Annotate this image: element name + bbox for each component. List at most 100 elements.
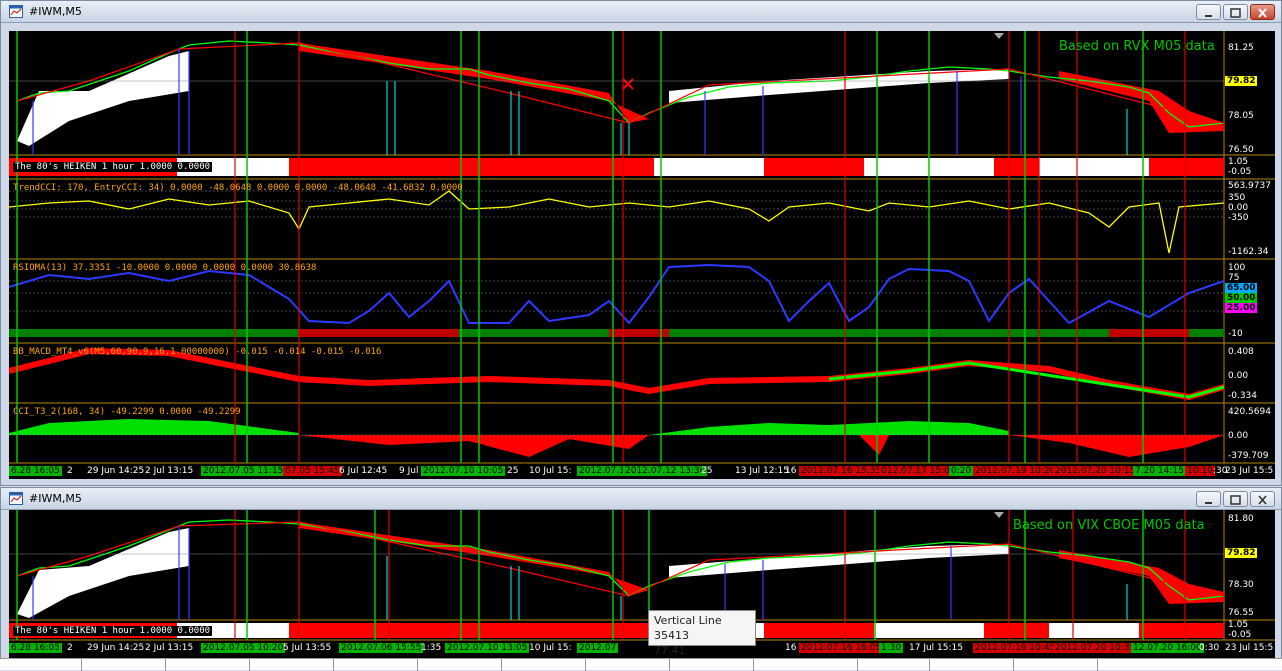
minimize-icon <box>1205 15 1212 17</box>
time-label: 29 Jun 14:25 <box>87 643 145 653</box>
time-label: 6 Jul 12:45 <box>339 466 388 476</box>
time-label: 2 Jul 13:15 <box>145 643 194 653</box>
time-label: 1:35 <box>421 643 442 653</box>
heiken-axis-label: 1.05 <box>1228 157 1249 167</box>
status-cell <box>670 659 754 671</box>
close-button[interactable] <box>1250 4 1275 20</box>
status-cell <box>418 659 502 671</box>
time-label: 25 <box>701 466 713 476</box>
vertical-lines-green[interactable] <box>16 31 1144 463</box>
window-titlebar[interactable]: #IWM,M5 <box>1 1 1281 23</box>
status-cell <box>586 659 670 671</box>
cci-axis-label: -1162.34 <box>1228 247 1269 257</box>
time-label: 2 Jul 13:15 <box>145 466 194 476</box>
cci-axis-label: 0.00 <box>1228 203 1249 213</box>
time-label: 16 <box>785 466 797 476</box>
status-bar <box>0 658 1282 671</box>
price-fill-bear-2 <box>1059 550 1224 604</box>
time-label: 6.28 16:05 <box>9 466 62 476</box>
vertical-line-tooltip: Vertical Line 35413 77.41 <box>648 610 756 657</box>
window-title: #IWM,M5 <box>29 492 82 505</box>
macd-axis-label: 0.408 <box>1228 347 1254 357</box>
price-fill-bull-2 <box>669 544 1009 578</box>
time-label: 23 Jul 15:5 <box>1225 466 1274 476</box>
time-label: 23 Jul 15:5 <box>1225 643 1274 653</box>
status-cell <box>0 659 82 671</box>
rsioma-tag-50: 50.00 <box>1225 293 1258 303</box>
time-label: 10:10 <box>1185 466 1215 476</box>
time-label: 12.07.20 16:00 <box>1131 643 1204 653</box>
time-label: 07.05 15:45 <box>283 466 342 476</box>
price-fill-bull <box>17 51 189 146</box>
time-label: 2012.07.10 13:05 <box>445 643 530 653</box>
price-fill-bull-2 <box>669 69 1009 103</box>
time-label: 10 Jul 15: <box>529 643 572 653</box>
price-axis-label: 76.50 <box>1228 145 1254 155</box>
time-label: 2012.07.20 10:35 <box>1053 643 1138 653</box>
tooltip-value: 77.41 <box>654 644 686 657</box>
time-label: 2012.07.10 10:05 <box>421 466 506 476</box>
heiken-indicator-label: The 80's HEIKEN 1 hour 1.0000 0.0000 <box>13 162 213 172</box>
rsioma-axis-label: 75 <box>1228 273 1240 283</box>
cci-axis-label: -350 <box>1228 213 1249 223</box>
price-axis-label: 76.55 <box>1228 608 1254 618</box>
price-fill-bull <box>17 528 189 618</box>
rsioma-axis-label: 100 <box>1228 263 1246 273</box>
tooltip-title: Vertical Line 35413 <box>654 614 722 642</box>
status-cell <box>82 659 166 671</box>
status-cell <box>334 659 418 671</box>
heiken-axis-label: -0.05 <box>1228 167 1252 177</box>
status-cell <box>930 659 1014 671</box>
chart-shift-marker[interactable] <box>994 512 1004 518</box>
heiken-bar-bull-2 <box>654 158 764 176</box>
heiken-bar-bull-3 <box>874 623 984 638</box>
status-cell <box>502 659 586 671</box>
time-label: 2012.07 <box>577 643 619 653</box>
main-chart-area[interactable]: Based on RVX M05 data The 80's HEIKEN 1 … <box>9 31 1275 479</box>
rsioma-indicator-label: RSIOMA(13) 37.3351 -10.0000 0.0000 0.000… <box>13 263 317 273</box>
time-label: 5 Jul 13:55 <box>283 643 332 653</box>
restore-button[interactable] <box>1223 4 1248 20</box>
close-button[interactable] <box>1250 491 1275 507</box>
minimize-button[interactable] <box>1196 491 1221 507</box>
cci2-axis-label: 420.5694 <box>1228 407 1271 417</box>
time-label: 2012.07.16 15:35 <box>799 466 884 476</box>
chart-shift-marker[interactable] <box>994 33 1004 39</box>
window-titlebar[interactable]: #IWM,M5 <box>1 488 1281 510</box>
macd-axis-label: -0.334 <box>1228 391 1258 401</box>
status-cell <box>1014 659 1098 671</box>
main-chart-area[interactable]: Based on VIX CBOE M05 data The 80's HEIK… <box>9 510 1275 658</box>
heiken-bar-bull-4 <box>1049 623 1139 638</box>
status-cell <box>858 659 930 671</box>
rsioma-tag-25: 25.00 <box>1225 303 1258 313</box>
macd-axis-label: 0.00 <box>1228 371 1249 381</box>
minimize-icon <box>1205 502 1212 504</box>
heiken-bar-bull-4 <box>1039 158 1149 176</box>
time-label: 012.07.17 15:00 <box>879 466 958 476</box>
chart-window-top[interactable]: #IWM,M5 Based on RVX M05 data The 80's H… <box>0 0 1282 486</box>
price-axis-label: 78.05 <box>1228 111 1254 121</box>
time-label: 29 Jun 14:25 <box>87 466 145 476</box>
rsioma-bar-red-2 <box>609 329 669 337</box>
time-label: 2012.07.06 15:55 <box>339 643 424 653</box>
time-axis: 6.28 16:05 2 29 Jun 14:25 2 Jul 13:15 20… <box>9 642 1275 656</box>
heiken-axis-label: -0.05 <box>1228 630 1252 640</box>
time-label: 0:30 <box>1199 643 1220 653</box>
chart-window-icon <box>9 492 23 505</box>
time-label: 0:20 <box>949 466 974 476</box>
status-cell <box>754 659 858 671</box>
window-title: #IWM,M5 <box>29 5 82 18</box>
price-axis-label: 81.80 <box>1228 514 1254 524</box>
price-axis-label: 81.25 <box>1228 43 1254 53</box>
rsioma-line <box>9 263 1225 325</box>
time-axis: 6.28 16:05 2 29 Jun 14:25 2 Jul 13:15 20… <box>9 465 1275 479</box>
current-price-tag: 79.82 <box>1225 548 1258 558</box>
chart-window-bottom[interactable]: #IWM,M5 Based on VIX CBOE M05 data The 8… <box>0 487 1282 659</box>
close-icon <box>1258 8 1267 18</box>
data-source-label: Based on VIX CBOE M05 data <box>1013 518 1205 533</box>
restore-button[interactable] <box>1223 491 1248 507</box>
time-label: 2 <box>67 466 73 476</box>
cci2-indicator-label: CCI_T3_2(168, 34) -49.2299 0.0000 -49.22… <box>13 407 241 417</box>
minimize-button[interactable] <box>1196 4 1221 20</box>
time-label: 1:30 <box>879 643 904 653</box>
